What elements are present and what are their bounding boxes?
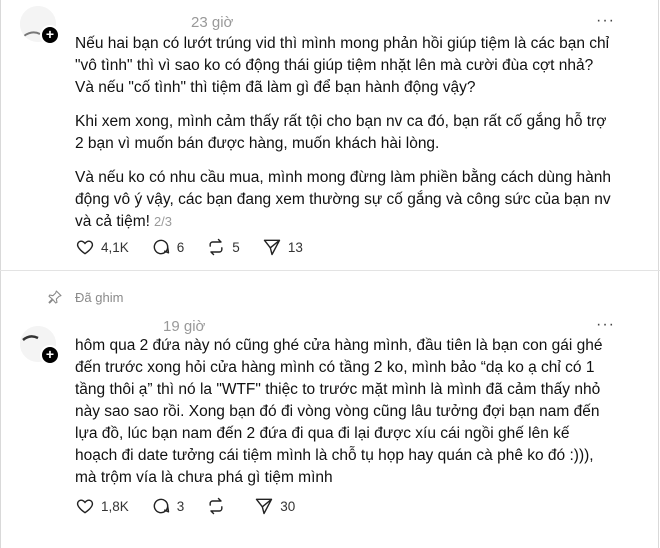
pin-icon <box>48 290 62 304</box>
more-options-button[interactable]: ··· <box>596 12 615 30</box>
post-paragraph: Nếu hai bạn có lướt trúng vid thì mình m… <box>75 35 610 96</box>
post-timestamp: 19 giờ <box>163 318 206 335</box>
share-count: 30 <box>280 498 296 514</box>
post-divider <box>0 270 660 271</box>
post-paragraph: Và nếu ko có nhu cầu mua, mình mong đừng… <box>75 169 612 230</box>
follow-plus-icon[interactable]: + <box>40 25 60 45</box>
repost-count: 5 <box>232 239 240 255</box>
repost-icon <box>209 497 223 515</box>
comment-icon <box>153 498 169 514</box>
avatar[interactable]: + <box>20 326 60 365</box>
post-body: hôm qua 2 đứa này nó cũng ghé cửa hàng m… <box>75 335 615 501</box>
post-paragraph: Khi xem xong, mình cảm thấy rất tội cho … <box>75 113 607 152</box>
post-timestamp: 23 giờ <box>191 14 234 31</box>
thread-pager: 2/3 <box>153 214 173 229</box>
share-button[interactable]: 30 <box>254 496 295 516</box>
post-actions: 1,8K 3 30 <box>75 496 317 516</box>
send-icon <box>263 239 281 256</box>
comment-count: 3 <box>176 498 185 514</box>
comment-button[interactable]: 3 <box>151 496 185 516</box>
repost-button[interactable]: 5 <box>206 237 240 257</box>
send-icon <box>256 498 273 515</box>
comment-count: 6 <box>176 239 185 255</box>
heart-icon <box>76 240 94 255</box>
frame-edge-right <box>658 0 659 548</box>
share-count: 13 <box>287 239 303 255</box>
like-count: 4,1K <box>101 239 129 255</box>
pinned-indicator: Đã ghim <box>47 289 123 305</box>
like-count: 1,8K <box>101 498 129 514</box>
repost-icon <box>209 238 223 256</box>
like-button[interactable]: 4,1K <box>75 237 129 257</box>
pinned-label: Đã ghim <box>75 289 124 305</box>
post-body: Nếu hai bạn có lướt trúng vid thì mình m… <box>75 33 615 245</box>
repost-button[interactable] <box>206 496 232 516</box>
comment-icon <box>153 239 169 255</box>
avatar[interactable]: + <box>20 6 60 45</box>
follow-plus-icon[interactable]: + <box>40 345 60 365</box>
post-paragraph: hôm qua 2 đứa này nó cũng ghé cửa hàng m… <box>75 337 603 486</box>
heart-icon <box>76 499 94 514</box>
post-actions: 4,1K 6 5 13 <box>75 237 325 257</box>
share-button[interactable]: 13 <box>262 237 303 257</box>
comment-button[interactable]: 6 <box>151 237 185 257</box>
more-options-button[interactable]: ··· <box>596 316 615 334</box>
frame-edge-left <box>0 0 1 548</box>
like-button[interactable]: 1,8K <box>75 496 129 516</box>
